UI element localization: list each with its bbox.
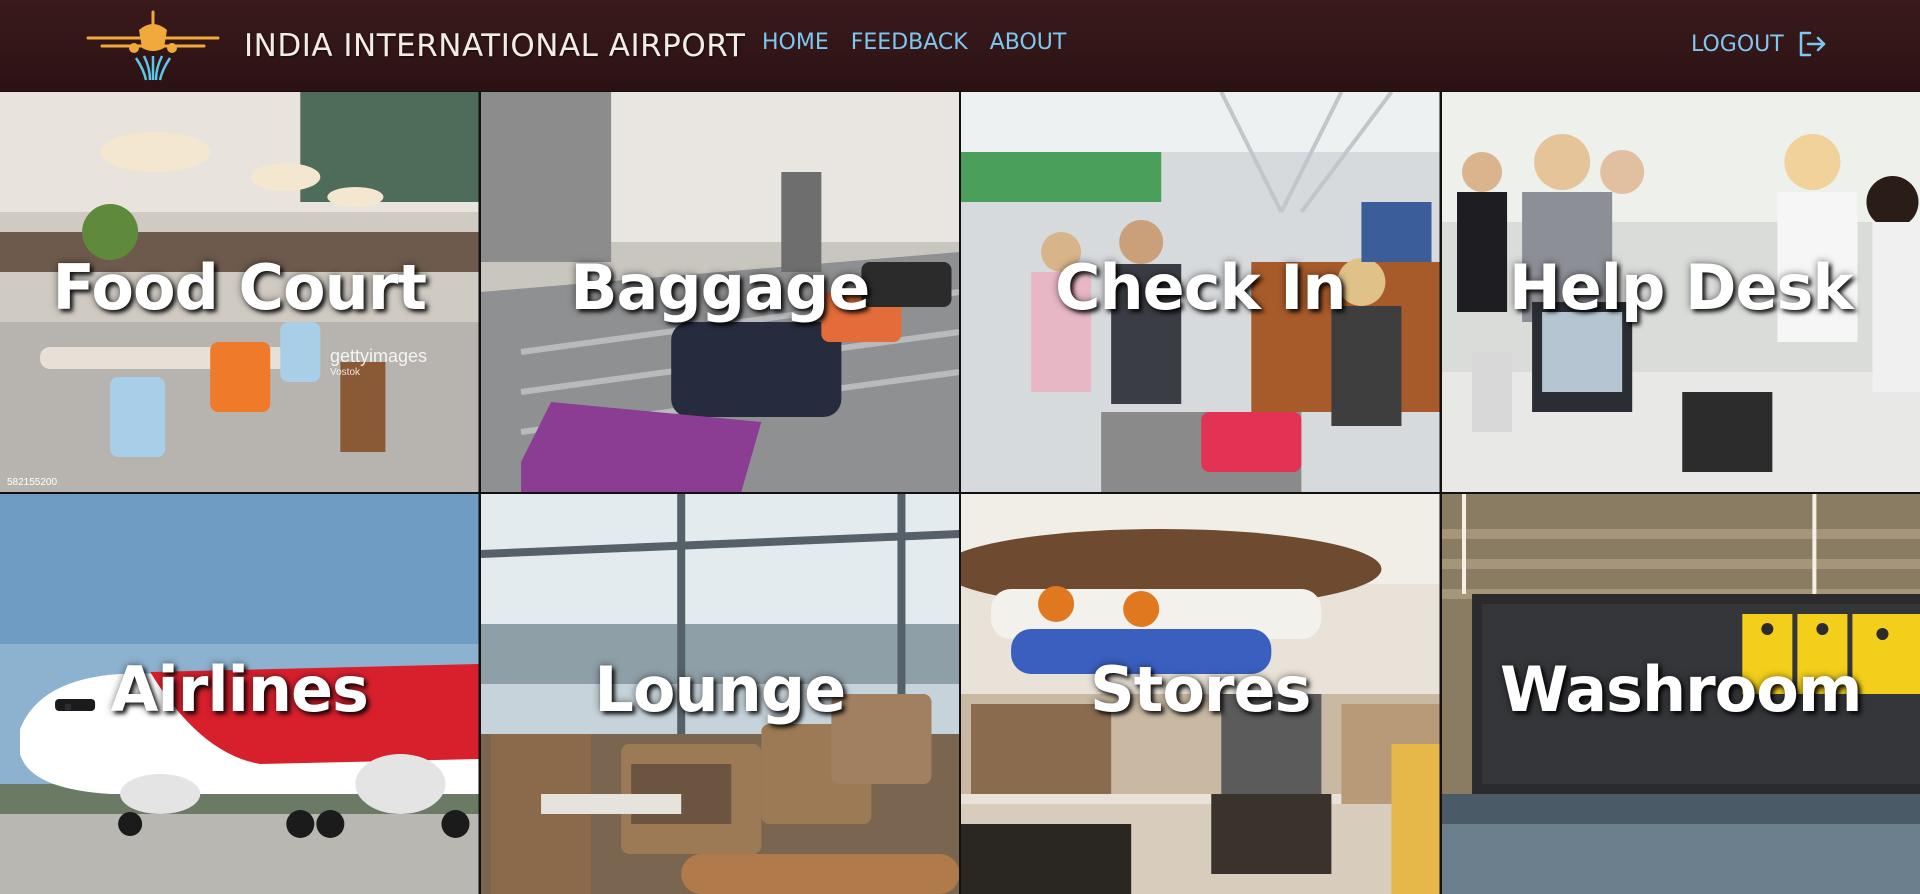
tile-label: Food Court bbox=[52, 250, 427, 324]
tile-help-desk[interactable]: Help Desk bbox=[1441, 92, 1920, 492]
tile-label: Help Desk bbox=[1508, 250, 1854, 324]
tile-label: Check In bbox=[1055, 250, 1346, 324]
tile-label: Lounge bbox=[594, 652, 846, 726]
top-navbar: INDIA INTERNATIONAL AIRPORT HOME FEEDBAC… bbox=[0, 0, 1920, 92]
tile-label: Baggage bbox=[570, 250, 870, 324]
tile-airlines[interactable]: Airlines bbox=[0, 494, 479, 894]
tile-check-in[interactable]: Check In bbox=[961, 92, 1440, 492]
main-nav: HOME FEEDBACK ABOUT bbox=[762, 30, 1066, 55]
tile-food-court[interactable]: Food Court gettyimages Vostok 582155200 bbox=[0, 92, 479, 492]
image-id: 582155200 bbox=[7, 477, 58, 488]
nav-feedback-link[interactable]: FEEDBACK bbox=[851, 30, 968, 55]
brand[interactable]: INDIA INTERNATIONAL AIRPORT bbox=[84, 8, 746, 84]
logout-label: LOGOUT bbox=[1691, 31, 1784, 57]
tile-stores[interactable]: Stores bbox=[961, 494, 1440, 894]
site-title: INDIA INTERNATIONAL AIRPORT bbox=[244, 28, 746, 64]
logout-button[interactable]: LOGOUT bbox=[1691, 28, 1828, 60]
tile-label: Washroom bbox=[1500, 652, 1862, 726]
logout-icon bbox=[1799, 31, 1825, 57]
nav-about-link[interactable]: ABOUT bbox=[990, 30, 1067, 55]
tile-baggage[interactable]: Baggage bbox=[480, 92, 959, 492]
tile-lounge[interactable]: Lounge bbox=[480, 494, 959, 894]
service-grid: Food Court gettyimages Vostok 582155200 B… bbox=[0, 92, 1920, 894]
tile-label: Airlines bbox=[110, 652, 369, 726]
image-watermark: gettyimages Vostok bbox=[330, 346, 428, 378]
tile-label: Stores bbox=[1090, 652, 1311, 726]
airplane-logo-icon bbox=[86, 10, 220, 81]
nav-home-link[interactable]: HOME bbox=[762, 30, 829, 55]
tile-washroom[interactable]: Washroom bbox=[1441, 494, 1920, 894]
